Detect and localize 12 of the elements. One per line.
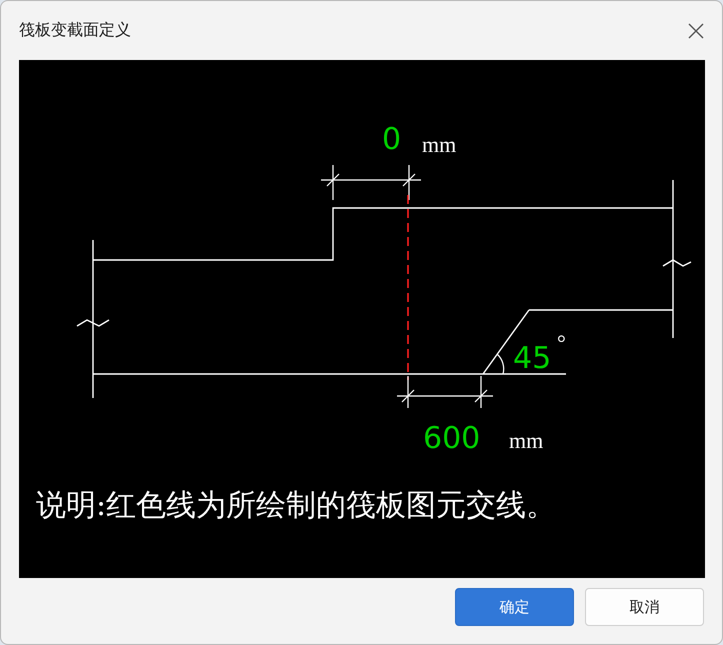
window-title: 筏板变截面定义: [19, 20, 131, 41]
degree-label: °: [557, 330, 566, 355]
angle-arc: [496, 354, 504, 374]
width-value[interactable]: 600: [423, 421, 480, 456]
offset-value[interactable]: 0: [382, 122, 402, 157]
unit-label: mm: [422, 132, 456, 157]
angle-value[interactable]: 45: [513, 341, 552, 376]
confirm-button[interactable]: 确定: [455, 588, 574, 626]
unit-label: mm: [509, 428, 544, 453]
close-icon[interactable]: [688, 22, 704, 38]
note-text: 说明:红色线为所绘制的筏板图元交线。: [36, 488, 556, 523]
cancel-button[interactable]: 取消: [585, 588, 704, 626]
